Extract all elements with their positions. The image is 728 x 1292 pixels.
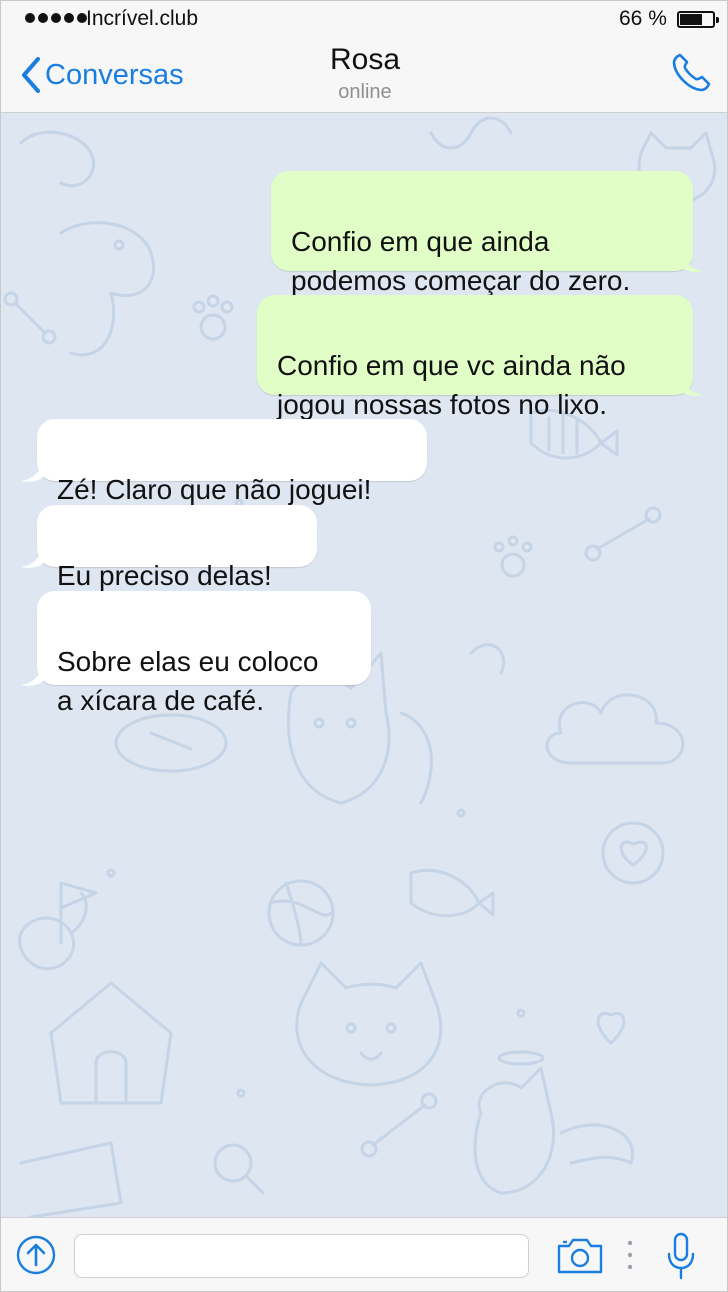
message-text: Zé! Claro que não joguei! bbox=[57, 474, 372, 505]
outgoing-bubble-tail bbox=[681, 375, 703, 396]
phone-icon[interactable] bbox=[669, 51, 713, 95]
message-input[interactable] bbox=[74, 1234, 529, 1278]
chat-screen: Incrível.club 66 % Conversas Rosa online bbox=[0, 0, 728, 1292]
incoming-bubble-tail bbox=[21, 665, 43, 686]
outgoing-bubble-tail bbox=[681, 251, 703, 272]
outgoing-message[interactable]: Confio em que vc ainda não jogou nossas … bbox=[257, 295, 693, 420]
more-dots-icon[interactable] bbox=[627, 1238, 633, 1272]
camera-icon[interactable] bbox=[555, 1236, 605, 1276]
message-text: Confio em que ainda podemos começar do z… bbox=[291, 226, 631, 296]
status-bar: Incrível.club 66 % bbox=[1, 1, 727, 37]
battery-percentage: 66 % bbox=[619, 7, 667, 30]
incoming-message[interactable]: Zé! Claro que não joguei! bbox=[37, 419, 427, 505]
incoming-bubble-tail bbox=[21, 547, 43, 568]
microphone-icon[interactable] bbox=[665, 1232, 697, 1280]
navigation-bar: Conversas Rosa online bbox=[1, 37, 727, 113]
battery-icon bbox=[677, 11, 719, 28]
message-text: Eu preciso delas! bbox=[57, 560, 272, 591]
outgoing-message[interactable]: Confio em que ainda podemos começar do z… bbox=[271, 171, 693, 296]
incoming-message[interactable]: Eu preciso delas! bbox=[37, 505, 317, 591]
signal-strength-icon bbox=[25, 13, 87, 23]
message-text: Confio em que vc ainda não jogou nossas … bbox=[277, 350, 626, 420]
message-list[interactable]: Confio em que ainda podemos começar do z… bbox=[1, 113, 727, 1217]
contact-status: online bbox=[338, 81, 392, 103]
contact-name[interactable]: Rosa bbox=[1, 43, 727, 77]
attach-arrow-icon[interactable] bbox=[15, 1234, 57, 1276]
incoming-message[interactable]: Sobre elas eu coloco a xícara de café. bbox=[37, 591, 371, 716]
carrier-name: Incrível.club bbox=[86, 7, 199, 30]
incoming-bubble-tail bbox=[21, 461, 43, 482]
message-input-bar bbox=[1, 1217, 727, 1291]
